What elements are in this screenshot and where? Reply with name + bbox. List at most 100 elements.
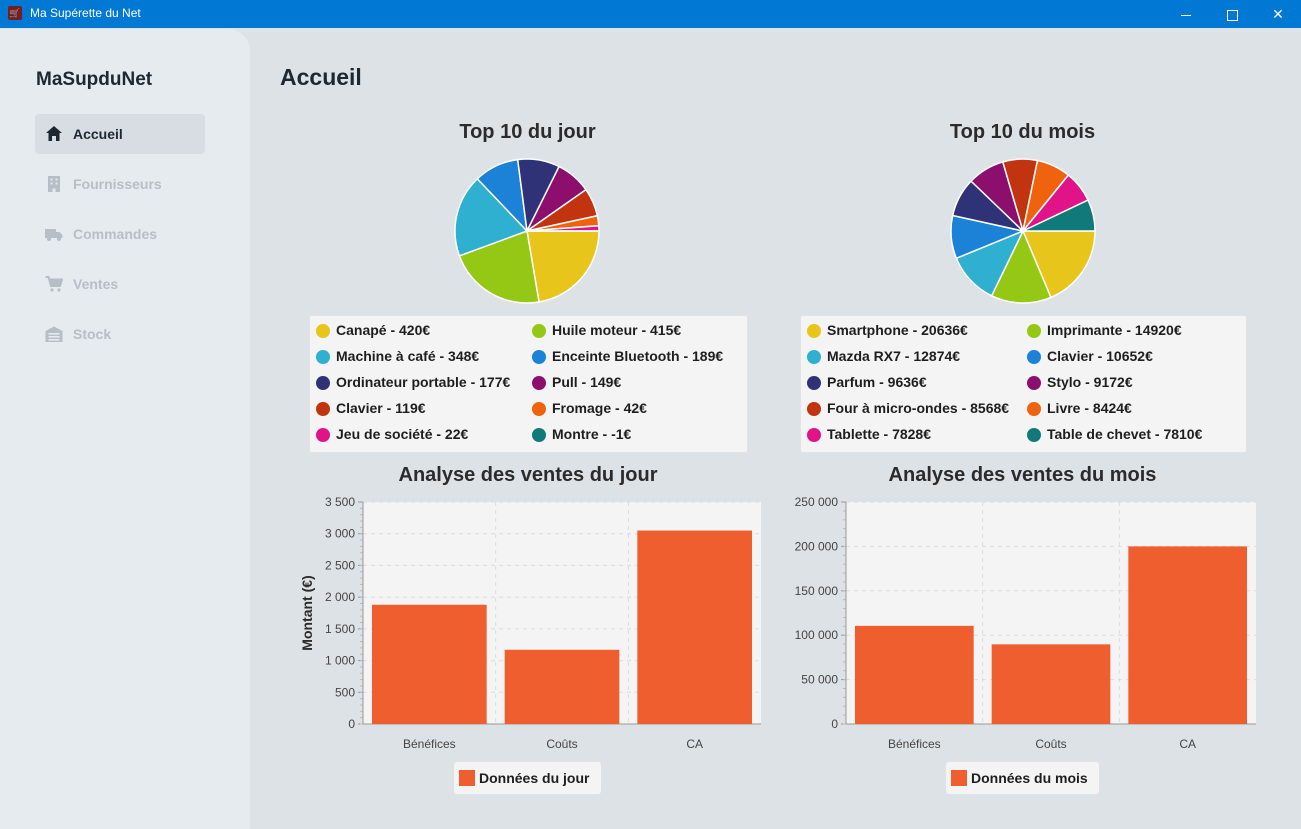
bar-day-bar-2 bbox=[637, 530, 752, 724]
pie-day-legend-swatch bbox=[532, 324, 546, 338]
warehouse-icon bbox=[45, 326, 63, 342]
bar-day-legend-swatch bbox=[459, 770, 475, 786]
sidebar-item-ventes[interactable]: Ventes bbox=[35, 264, 205, 304]
bar-day-bar-1 bbox=[504, 649, 620, 724]
minimize-button[interactable] bbox=[1163, 0, 1209, 28]
bar-month-legend: Données du mois bbox=[946, 762, 1099, 794]
pie-day-legend-swatch bbox=[316, 350, 330, 364]
cart-icon bbox=[45, 276, 63, 292]
pie-month-legend-label: Parfum - 9636€ bbox=[827, 374, 927, 390]
pie-month-legend-label: Imprimante - 14920€ bbox=[1047, 322, 1182, 338]
bar-day-chart: 0 500 1 000 1 500 2 000 2 500 3 000 3 500 Bénéfi… bbox=[299, 495, 761, 751]
pie-month-legend: Smartphone - 20636€ Imprimante - 14920€ Ma… bbox=[800, 315, 1247, 453]
pie-day-legend-swatch bbox=[532, 376, 546, 390]
bar-month-title: Analyse des ventes du mois bbox=[888, 464, 1157, 486]
bar-month-ytick-label: 150 000 bbox=[795, 584, 839, 598]
pie-month-legend-label: Mazda RX7 - 12874€ bbox=[827, 348, 961, 364]
bar-month-xtick-label: Bénéfices bbox=[888, 737, 941, 751]
bar-month-legend-swatch bbox=[951, 770, 967, 786]
bar-month-bar-2 bbox=[1128, 546, 1247, 724]
pie-day-legend-label: Pull - 149€ bbox=[552, 374, 622, 390]
pie-month-legend-label: Tablette - 7828€ bbox=[827, 426, 932, 442]
bar-month-bar-0 bbox=[855, 625, 974, 724]
sidebar: MaSupduNet Accueil Fournisseurs Commande… bbox=[0, 29, 250, 829]
bar-day-bar-0 bbox=[372, 604, 487, 724]
pie-day-legend-swatch bbox=[316, 402, 330, 416]
pie-month-legend-swatch bbox=[1027, 428, 1041, 442]
pie-day-legend-swatch bbox=[532, 350, 546, 364]
pie-month-legend-label: Livre - 8424€ bbox=[1047, 400, 1132, 416]
bar-day-xtick-label: Coûts bbox=[546, 737, 577, 751]
pie-month-legend-label: Stylo - 9172€ bbox=[1047, 374, 1133, 390]
pie-day-legend-label: Clavier - 119€ bbox=[336, 400, 426, 416]
sidebar-item-accueil[interactable]: Accueil bbox=[35, 114, 205, 154]
sidebar-item-stock[interactable]: Stock bbox=[35, 314, 205, 354]
bar-day-xtick-label: Bénéfices bbox=[403, 737, 456, 751]
pie-day-legend-swatch bbox=[316, 428, 330, 442]
pie-month-legend-swatch bbox=[1027, 324, 1041, 338]
bar-day-ytick-label: 2 000 bbox=[325, 590, 355, 604]
maximize-button[interactable] bbox=[1209, 0, 1255, 28]
pie-month-legend-swatch bbox=[1027, 402, 1041, 416]
pie-day-chart bbox=[454, 158, 600, 304]
bar-month-bar-1 bbox=[991, 644, 1111, 724]
sidebar-item-label: Commandes bbox=[73, 226, 158, 242]
pie-month-legend-swatch bbox=[807, 402, 821, 416]
pie-day-legend-label: Fromage - 42€ bbox=[552, 400, 647, 416]
window-titlebar: 🛒 Ma Supérette du Net ✕ bbox=[0, 0, 1301, 28]
bar-day-ytick-label: 2 500 bbox=[325, 558, 355, 572]
bar-month-xtick-label: CA bbox=[1179, 737, 1196, 751]
pie-month-legend-label: Clavier - 10652€ bbox=[1047, 348, 1153, 364]
maximize-icon bbox=[1226, 9, 1238, 21]
pie-day-title: Top 10 du jour bbox=[459, 121, 596, 143]
sidebar-item-label: Ventes bbox=[73, 276, 119, 292]
pie-day-legend-swatch bbox=[316, 324, 330, 338]
bar-day-ytick-label: 3 500 bbox=[325, 495, 355, 509]
bar-day-legend-label: Données du jour bbox=[479, 770, 590, 786]
pie-month-legend-label: Four à micro-ondes - 8568€ bbox=[827, 400, 1010, 416]
minimize-icon bbox=[1181, 14, 1191, 16]
bar-day-ylabel: Montant (€) bbox=[299, 575, 315, 650]
brand-title: MaSupduNet bbox=[36, 69, 153, 90]
building-icon bbox=[48, 176, 60, 192]
sidebar-item-label: Stock bbox=[73, 326, 112, 342]
pie-month-title: Top 10 du mois bbox=[949, 121, 1096, 143]
truck-icon bbox=[45, 229, 63, 241]
pie-month-legend-label: Table de chevet - 7810€ bbox=[1047, 426, 1203, 442]
pie-day-legend-swatch bbox=[532, 428, 546, 442]
pie-day-legend-label: Jeu de société - 22€ bbox=[336, 426, 469, 442]
bar-day-legend: Données du jour bbox=[454, 762, 601, 794]
pie-day-legend-label: Canapé - 420€ bbox=[336, 322, 431, 338]
sidebar-item-fournisseurs[interactable]: Fournisseurs bbox=[35, 164, 205, 204]
bar-day-ytick-label: 500 bbox=[335, 685, 355, 699]
sidebar-item-label: Accueil bbox=[73, 126, 123, 142]
sidebar-item-commandes[interactable]: Commandes bbox=[35, 214, 205, 254]
window-title: Ma Supérette du Net bbox=[30, 6, 141, 20]
pie-month-legend-swatch bbox=[1027, 376, 1041, 390]
bar-month-ytick-label: 200 000 bbox=[795, 539, 839, 553]
bar-day-ytick-label: 3 000 bbox=[325, 527, 355, 541]
bar-day-ytick-label: 1 000 bbox=[325, 654, 355, 668]
close-icon: ✕ bbox=[1272, 6, 1284, 22]
bar-month-ytick-label: 250 000 bbox=[795, 495, 839, 509]
bar-day-xtick-label: CA bbox=[686, 737, 703, 751]
pie-month-legend-swatch bbox=[1027, 350, 1041, 364]
pie-month-chart bbox=[950, 158, 1096, 304]
sidebar-item-label: Fournisseurs bbox=[73, 176, 162, 192]
bar-month-xtick-label: Coûts bbox=[1035, 737, 1066, 751]
pie-day-legend-label: Huile moteur - 415€ bbox=[552, 322, 682, 338]
pie-month-legend-swatch bbox=[807, 428, 821, 442]
bar-day-ytick-label: 0 bbox=[348, 717, 355, 731]
bar-day-title: Analyse des ventes du jour bbox=[398, 464, 658, 486]
pie-day-legend-label: Machine à café - 348€ bbox=[336, 348, 480, 364]
pie-day-legend-label: Montre - -1€ bbox=[552, 426, 632, 442]
page-title: Accueil bbox=[280, 64, 362, 90]
pie-day-legend-swatch bbox=[532, 402, 546, 416]
pie-month-legend-label: Smartphone - 20636€ bbox=[827, 322, 968, 338]
pie-month-legend-swatch bbox=[807, 324, 821, 338]
app-cart-icon: 🛒 bbox=[8, 6, 22, 20]
close-button[interactable]: ✕ bbox=[1255, 0, 1301, 28]
pie-day-legend-label: Ordinateur portable - 177€ bbox=[336, 374, 511, 390]
pie-day-legend-swatch bbox=[316, 376, 330, 390]
bar-month-legend-label: Données du mois bbox=[971, 770, 1088, 786]
